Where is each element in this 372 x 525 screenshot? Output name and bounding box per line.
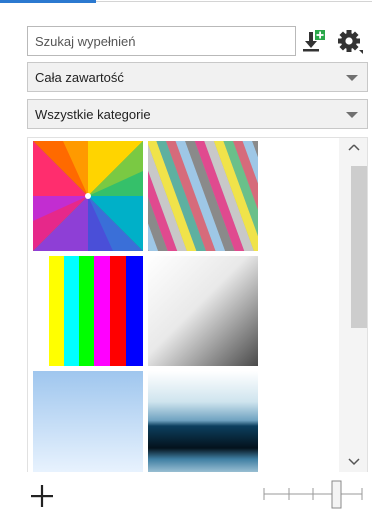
gray-gradient-fill-preview — [148, 256, 258, 366]
active-tab-underline — [0, 0, 96, 3]
fill-thumbnail[interactable] — [148, 141, 258, 251]
radial-fill-preview — [33, 141, 143, 251]
fill-gallery — [27, 137, 368, 472]
scroll-down-button[interactable] — [339, 449, 367, 472]
scroll-up-button[interactable] — [339, 138, 367, 160]
gear-icon — [338, 30, 363, 54]
scroll-thumb[interactable] — [351, 166, 367, 328]
top-tab-indicator — [0, 0, 372, 4]
add-fill-button[interactable] — [28, 482, 56, 510]
thumbnail-size-slider[interactable] — [262, 478, 366, 512]
horizon-gradient-fill-preview — [148, 371, 258, 472]
chevron-down-icon — [346, 75, 358, 81]
download-plus-icon — [303, 30, 325, 52]
tab-divider-line — [96, 1, 372, 2]
color-bars-fill-preview — [33, 256, 143, 366]
chevron-down-icon — [346, 112, 358, 118]
fill-thumbnail[interactable] — [148, 256, 258, 366]
chevron-up-icon — [348, 144, 360, 151]
settings-button[interactable] — [337, 28, 363, 54]
import-fill-button[interactable] — [300, 28, 326, 54]
fill-thumbnail[interactable] — [33, 256, 143, 366]
content-filter-value: Cała zawartość — [35, 69, 124, 85]
category-filter-value: Wszystkie kategorie — [35, 106, 151, 122]
chevron-down-icon — [348, 458, 360, 466]
search-input[interactable] — [27, 26, 296, 56]
category-filter-dropdown[interactable]: Wszystkie kategorie — [27, 99, 368, 129]
sky-gradient-fill-preview — [33, 371, 143, 472]
fill-thumbnail[interactable] — [148, 371, 258, 472]
stripes-fill-preview — [148, 141, 258, 251]
fill-thumbnail[interactable] — [33, 371, 143, 472]
fill-thumbnail[interactable] — [33, 141, 143, 251]
gallery-scrollbar[interactable] — [339, 138, 367, 472]
plus-icon — [31, 485, 53, 507]
zoom-slider — [263, 480, 363, 509]
content-filter-dropdown[interactable]: Cała zawartość — [27, 62, 368, 92]
